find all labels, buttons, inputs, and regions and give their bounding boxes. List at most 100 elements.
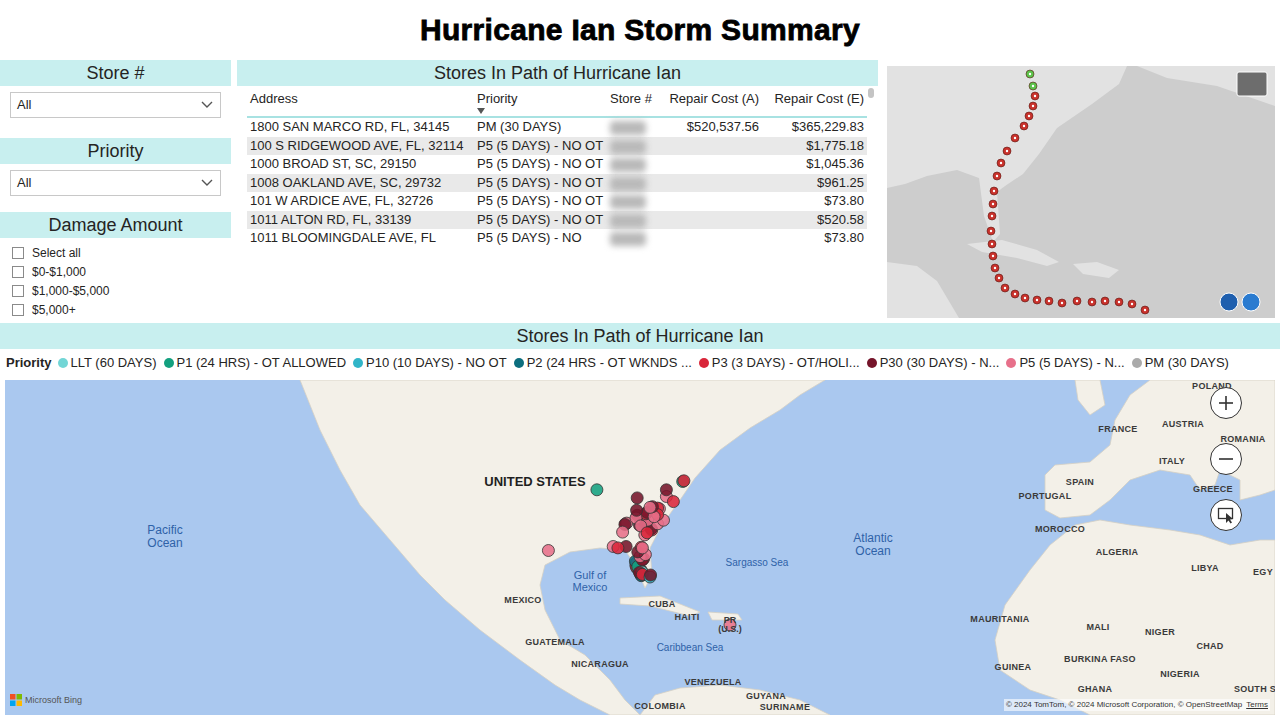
map-label: ALGERIA bbox=[1096, 548, 1139, 557]
store-pin[interactable] bbox=[636, 542, 648, 554]
blurred-store-number bbox=[610, 195, 646, 209]
legend-label[interactable]: LLT (60 DAYS) bbox=[71, 353, 157, 373]
bing-brand: Microsoft Bing bbox=[10, 694, 82, 708]
column-header[interactable]: Priority bbox=[474, 88, 607, 117]
priority-dropdown[interactable]: All bbox=[10, 170, 221, 196]
column-label[interactable]: Repair Cost (A) bbox=[665, 91, 759, 107]
checkbox[interactable] bbox=[12, 285, 24, 297]
priority-filter-header: Priority bbox=[0, 138, 231, 164]
stores-table: Address Priority Store # Repair Cost (A) Rep… bbox=[237, 88, 878, 320]
column-header[interactable]: Repair Cost (A) bbox=[662, 88, 762, 117]
legend-label[interactable]: P10 (10 DAYS) - NO OT bbox=[366, 353, 507, 373]
store-pin[interactable] bbox=[667, 496, 679, 508]
repair-cost-e-cell: $961.25 bbox=[762, 174, 867, 193]
zoom-out-button[interactable] bbox=[1210, 443, 1242, 475]
table-scrollbar[interactable] bbox=[868, 88, 874, 320]
column-label[interactable]: Priority bbox=[477, 91, 604, 107]
legend-item[interactable]: PM (30 DAYS) bbox=[1132, 353, 1229, 373]
legend-label[interactable]: P2 (24 HRS - OT WKNDS ... bbox=[527, 353, 692, 373]
table-row[interactable]: 1011 BLOOMINGDALE AVE, FLP5 (5 DAYS) - N… bbox=[247, 229, 867, 248]
legend-dot bbox=[1006, 358, 1016, 368]
zoom-out-icon[interactable] bbox=[1217, 450, 1235, 468]
store-pin[interactable] bbox=[612, 542, 624, 554]
zoom-in-icon[interactable] bbox=[1217, 394, 1235, 412]
map-label: CHAD bbox=[1196, 642, 1223, 651]
table-row[interactable]: 1011 ALTON RD, FL, 33139P5 (5 DAYS) - NO… bbox=[247, 211, 867, 230]
legend-label[interactable]: PM (30 DAYS) bbox=[1145, 353, 1229, 373]
address-cell: 1008 OAKLAND AVE, SC, 29732 bbox=[247, 174, 474, 193]
store-pin[interactable] bbox=[641, 527, 653, 539]
legend-label[interactable]: P3 (3 DAYS) - OT/HOLI... bbox=[712, 353, 860, 373]
map-label: ITALY bbox=[1159, 457, 1185, 466]
legend-item[interactable]: P1 (24 HRS) - OT ALLOWED bbox=[164, 353, 347, 373]
checkbox[interactable] bbox=[12, 304, 24, 316]
column-label[interactable]: Address bbox=[250, 91, 471, 107]
damage-option[interactable]: $1,000-$5,000 bbox=[12, 281, 231, 300]
legend-item[interactable]: LLT (60 DAYS) bbox=[58, 353, 157, 373]
dropdown-value[interactable]: All bbox=[17, 173, 31, 193]
map-canvas[interactable] bbox=[5, 380, 1275, 715]
zoom-in-button[interactable] bbox=[1210, 387, 1242, 419]
store-pin[interactable] bbox=[645, 569, 657, 581]
legend-item[interactable]: P10 (10 DAYS) - NO OT bbox=[353, 353, 507, 373]
store-pin[interactable] bbox=[617, 526, 629, 538]
map-label: NICARAGUA bbox=[571, 660, 629, 669]
damage-option[interactable]: Select all bbox=[12, 243, 231, 262]
table-row[interactable]: 1800 SAN MARCO RD, FL, 34145PM (30 DAYS)… bbox=[247, 117, 867, 137]
chevron-down-icon[interactable] bbox=[200, 178, 214, 188]
table-row[interactable]: 100 S RIDGEWOOD AVE, FL, 32114P5 (5 DAYS… bbox=[247, 137, 867, 156]
legend-label[interactable]: P1 (24 HRS) - OT ALLOWED bbox=[177, 353, 347, 373]
column-header[interactable]: Repair Cost (E) bbox=[762, 88, 867, 117]
priority-cell: PM (30 DAYS) bbox=[474, 117, 607, 137]
store-pin[interactable] bbox=[542, 545, 554, 557]
legend-label[interactable]: P30 (30 DAYS) - N... bbox=[880, 353, 1000, 373]
store-cell bbox=[607, 117, 662, 137]
store-pin[interactable] bbox=[644, 501, 656, 513]
legend-item[interactable]: P3 (3 DAYS) - OT/HOLI... bbox=[699, 353, 860, 373]
store-pin[interactable] bbox=[660, 484, 672, 496]
legend-item[interactable]: P30 (30 DAYS) - N... bbox=[867, 353, 1000, 373]
option-label[interactable]: $0-$1,000 bbox=[32, 263, 86, 281]
table-row[interactable]: 1008 OAKLAND AVE, SC, 29732P5 (5 DAYS) -… bbox=[247, 174, 867, 193]
checkbox[interactable] bbox=[12, 266, 24, 278]
select-button[interactable] bbox=[1210, 499, 1242, 531]
option-label[interactable]: $1,000-$5,000 bbox=[32, 282, 109, 300]
damage-option[interactable]: $5,000+ bbox=[12, 300, 231, 319]
map-label: UNITED STATES bbox=[484, 475, 585, 489]
column-label[interactable]: Repair Cost (E) bbox=[765, 91, 864, 107]
sort-desc-icon[interactable] bbox=[477, 108, 485, 114]
table-row[interactable]: 1000 BROAD ST, SC, 29150P5 (5 DAYS) - NO… bbox=[247, 155, 867, 174]
column-header[interactable]: Address bbox=[247, 88, 474, 117]
repair-cost-e-cell: $365,229.83 bbox=[762, 117, 867, 137]
repair-cost-e-cell: $520.58 bbox=[762, 211, 867, 230]
store-cell bbox=[607, 229, 662, 248]
store-pin[interactable] bbox=[591, 484, 603, 496]
map-label: Sargasso Sea bbox=[726, 558, 789, 569]
store-pin[interactable] bbox=[631, 492, 643, 504]
legend-label[interactable]: P5 (5 DAYS) - N... bbox=[1019, 353, 1124, 373]
column-label[interactable]: Store # bbox=[610, 91, 659, 107]
legend-item[interactable]: P2 (24 HRS - OT WKNDS ... bbox=[514, 353, 692, 373]
map-label: LIBYA bbox=[1191, 564, 1219, 573]
legend-item[interactable]: P5 (5 DAYS) - N... bbox=[1006, 353, 1124, 373]
damage-option[interactable]: $0-$1,000 bbox=[12, 262, 231, 281]
store-pin[interactable] bbox=[631, 504, 643, 516]
terms-link[interactable]: Terms bbox=[1246, 699, 1268, 711]
store-pin[interactable] bbox=[678, 475, 690, 487]
store-dropdown[interactable]: All bbox=[10, 92, 221, 118]
option-label[interactable]: Select all bbox=[32, 244, 81, 262]
priority-cell: P5 (5 DAYS) - NO OT bbox=[474, 174, 607, 193]
select-icon[interactable] bbox=[1217, 506, 1235, 524]
dropdown-value[interactable]: All bbox=[17, 95, 31, 115]
column-header[interactable]: Store # bbox=[607, 88, 662, 117]
table-row[interactable]: 101 W ARDICE AVE, FL, 32726P5 (5 DAYS) -… bbox=[247, 192, 867, 211]
repair-cost-a-cell bbox=[662, 174, 762, 193]
chevron-down-icon[interactable] bbox=[200, 100, 214, 110]
map-label: SPAIN bbox=[1066, 478, 1094, 487]
checkbox[interactable] bbox=[12, 247, 24, 259]
option-label[interactable]: $5,000+ bbox=[32, 301, 76, 319]
store-map[interactable]: UNITED STATESPacific OceanAtlantic Ocean… bbox=[5, 380, 1275, 715]
scroll-thumb[interactable] bbox=[868, 88, 874, 98]
map-label: GUINEA bbox=[995, 663, 1032, 672]
address-cell: 1011 ALTON RD, FL, 33139 bbox=[247, 211, 474, 230]
